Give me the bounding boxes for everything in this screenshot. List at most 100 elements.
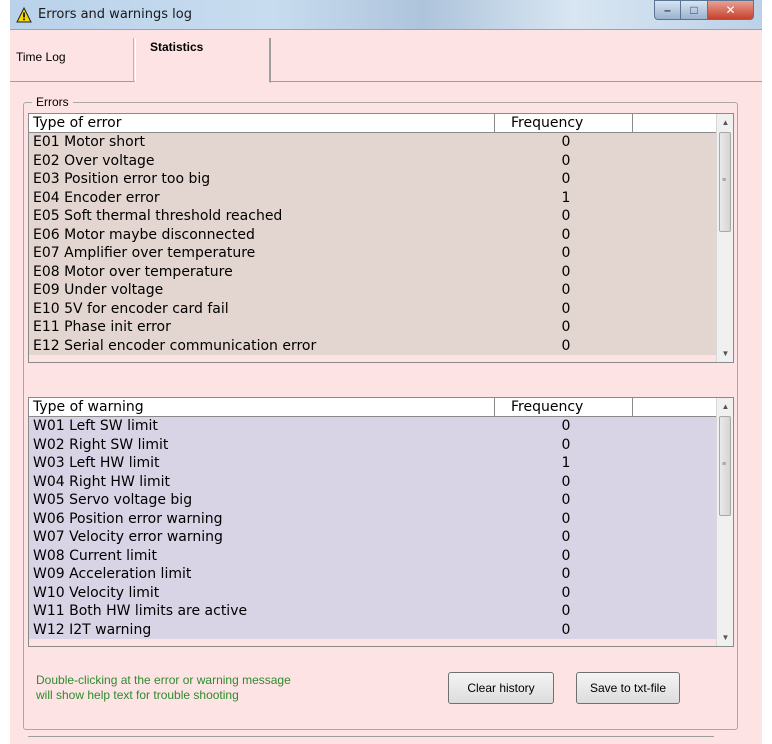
column-header-type-of-warning[interactable]: Type of warning bbox=[29, 398, 495, 417]
help-hint-text: Double-clicking at the error or warning … bbox=[36, 673, 356, 703]
warning-frequency: 0 bbox=[561, 603, 571, 619]
error-frequency: 0 bbox=[561, 337, 571, 354]
clear-history-button[interactable]: Clear history bbox=[448, 672, 554, 704]
warning-name: W12 I2T warning bbox=[33, 621, 152, 638]
table-row[interactable]: W04 Right HW limit 0 bbox=[29, 473, 717, 492]
column-header-empty[interactable] bbox=[633, 398, 717, 417]
column-header-empty[interactable] bbox=[633, 114, 717, 133]
error-frequency: 0 bbox=[561, 282, 571, 298]
warning-frequency: 0 bbox=[561, 547, 571, 564]
window-title: Errors and warnings log bbox=[38, 7, 192, 22]
warning-name: W07 Velocity error warning bbox=[33, 529, 223, 545]
error-name: E03 Position error too big bbox=[33, 171, 211, 187]
warning-frequency: 0 bbox=[561, 621, 571, 638]
table-row[interactable]: E10 5V for encoder card fail 0 bbox=[29, 300, 717, 319]
table-row[interactable]: E09 Under voltage 0 bbox=[29, 281, 717, 300]
warning-frequency: 0 bbox=[561, 584, 571, 601]
error-frequency: 0 bbox=[561, 171, 571, 187]
window-controls: – □ ✕ bbox=[654, 0, 754, 22]
bottom-divider bbox=[28, 736, 714, 737]
scroll-up-arrow-icon[interactable]: ▲ bbox=[717, 114, 734, 131]
error-name: E01 Motor short bbox=[33, 134, 145, 150]
warnings-scrollbar[interactable]: ▲ ≡ ▼ bbox=[716, 398, 733, 646]
warning-frequency: 0 bbox=[561, 473, 571, 490]
table-row[interactable]: W03 Left HW limit 1 bbox=[29, 454, 717, 473]
warning-name: W01 Left SW limit bbox=[33, 418, 158, 434]
error-name: E02 Over voltage bbox=[33, 152, 155, 169]
error-name: E12 Serial encoder communication error bbox=[33, 337, 317, 354]
error-frequency: 0 bbox=[561, 134, 571, 150]
table-row[interactable]: W01 Left SW limit 0 bbox=[29, 417, 717, 436]
error-frequency: 0 bbox=[561, 226, 571, 243]
grip-icon: ≡ bbox=[722, 461, 727, 468]
warnings-table-header: Type of warning Frequency bbox=[29, 398, 717, 417]
warning-name: W09 Acceleration limit bbox=[33, 566, 192, 582]
warning-frequency: 0 bbox=[561, 510, 571, 527]
help-hint-line-2: will show help text for trouble shooting bbox=[36, 688, 239, 702]
warning-icon bbox=[16, 7, 32, 23]
errors-table-header: Type of error Frequency bbox=[29, 114, 717, 133]
scroll-down-arrow-icon[interactable]: ▼ bbox=[717, 345, 734, 362]
table-row[interactable]: E06 Motor maybe disconnected 0 bbox=[29, 226, 717, 245]
error-name: E06 Motor maybe disconnected bbox=[33, 226, 255, 243]
table-row[interactable]: W08 Current limit 0 bbox=[29, 547, 717, 566]
scroll-thumb[interactable]: ≡ bbox=[719, 416, 731, 516]
warning-frequency: 0 bbox=[561, 566, 571, 582]
table-row[interactable]: W11 Both HW limits are active 0 bbox=[29, 602, 717, 621]
warnings-table[interactable]: Type of warning Frequency W01 Left SW li… bbox=[28, 397, 734, 647]
scroll-thumb[interactable]: ≡ bbox=[719, 132, 731, 232]
warning-name: W06 Position error warning bbox=[33, 510, 223, 527]
tab-strip: Time Log Statistics bbox=[10, 38, 762, 83]
error-name: E05 Soft thermal threshold reached bbox=[33, 208, 283, 224]
error-frequency: 1 bbox=[561, 189, 571, 206]
error-name: E04 Encoder error bbox=[33, 189, 160, 206]
save-to-txt-file-button[interactable]: Save to txt-file bbox=[576, 672, 680, 704]
table-row[interactable]: E12 Serial encoder communication error 0 bbox=[29, 337, 717, 356]
warning-frequency: 1 bbox=[561, 455, 571, 471]
help-hint-line-1: Double-clicking at the error or warning … bbox=[36, 673, 291, 687]
table-row[interactable]: W09 Acceleration limit 0 bbox=[29, 565, 717, 584]
error-name: E07 Amplifier over temperature bbox=[33, 245, 256, 261]
warning-name: W02 Right SW limit bbox=[33, 436, 169, 453]
warning-frequency: 0 bbox=[561, 492, 571, 508]
title-bar[interactable]: Errors and warnings log – □ ✕ bbox=[10, 0, 762, 30]
table-row[interactable]: W02 Right SW limit 0 bbox=[29, 436, 717, 455]
table-row[interactable]: E08 Motor over temperature 0 bbox=[29, 263, 717, 282]
error-frequency: 0 bbox=[561, 300, 571, 317]
error-name: E09 Under voltage bbox=[33, 282, 164, 298]
error-frequency: 0 bbox=[561, 245, 571, 261]
column-header-frequency[interactable]: Frequency bbox=[495, 398, 633, 417]
errors-table[interactable]: Type of error Frequency E01 Motor short 0… bbox=[28, 113, 734, 363]
errors-scrollbar[interactable]: ▲ ≡ ▼ bbox=[716, 114, 733, 362]
table-row[interactable]: W06 Position error warning 0 bbox=[29, 510, 717, 529]
table-row[interactable]: W12 I2T warning 0 bbox=[29, 621, 717, 640]
column-header-frequency[interactable]: Frequency bbox=[495, 114, 633, 133]
table-row[interactable]: E01 Motor short 0 bbox=[29, 133, 717, 152]
table-row[interactable]: E03 Position error too big 0 bbox=[29, 170, 717, 189]
scroll-down-arrow-icon[interactable]: ▼ bbox=[717, 629, 734, 646]
tab-time-log[interactable]: Time Log bbox=[10, 38, 134, 82]
table-row[interactable]: E02 Over voltage 0 bbox=[29, 152, 717, 171]
error-frequency: 0 bbox=[561, 208, 571, 224]
error-frequency: 0 bbox=[561, 319, 571, 335]
table-row[interactable]: W07 Velocity error warning 0 bbox=[29, 528, 717, 547]
table-row[interactable]: W10 Velocity limit 0 bbox=[29, 584, 717, 603]
table-row[interactable]: W05 Servo voltage big 0 bbox=[29, 491, 717, 510]
table-row[interactable]: E04 Encoder error 1 bbox=[29, 189, 717, 208]
close-button[interactable]: ✕ bbox=[708, 0, 754, 20]
table-row[interactable]: E07 Amplifier over temperature 0 bbox=[29, 244, 717, 263]
errors-group-label: Errors bbox=[32, 95, 73, 109]
table-row[interactable]: E11 Phase init error 0 bbox=[29, 318, 717, 337]
minimize-button[interactable]: – bbox=[654, 0, 681, 20]
column-header-type-of-error[interactable]: Type of error bbox=[29, 114, 495, 133]
error-name: E11 Phase init error bbox=[33, 319, 171, 335]
error-frequency: 0 bbox=[561, 152, 571, 169]
scroll-up-arrow-icon[interactable]: ▲ bbox=[717, 398, 734, 415]
warning-name: W03 Left HW limit bbox=[33, 455, 160, 471]
grip-icon: ≡ bbox=[722, 177, 727, 184]
error-name: E08 Motor over temperature bbox=[33, 263, 233, 280]
maximize-button[interactable]: □ bbox=[681, 0, 708, 20]
tab-statistics[interactable]: Statistics bbox=[135, 38, 271, 83]
table-row[interactable]: E05 Soft thermal threshold reached 0 bbox=[29, 207, 717, 226]
warning-frequency: 0 bbox=[561, 436, 571, 453]
